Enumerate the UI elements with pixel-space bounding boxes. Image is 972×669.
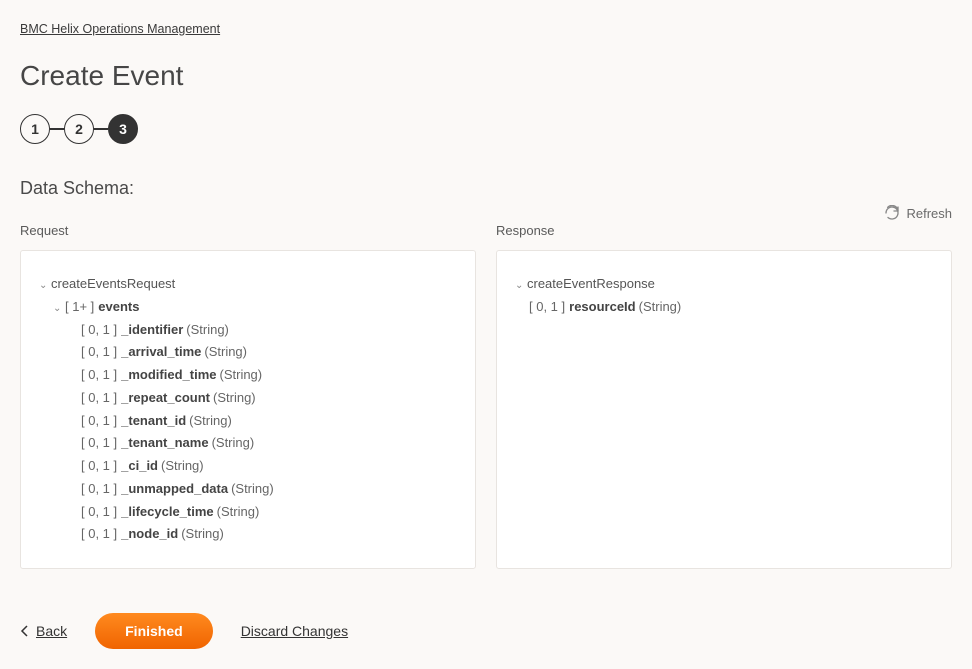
field-type: (String) — [220, 364, 263, 387]
field-type: (String) — [186, 319, 229, 342]
field-type: (String) — [217, 501, 260, 524]
caret-down-icon[interactable]: ⌄ — [39, 277, 51, 295]
cardinality: [ 0, 1 ] — [81, 364, 117, 387]
field-name: _ci_id — [121, 455, 158, 478]
cardinality: [ 0, 1 ] — [81, 478, 117, 501]
tree-row: [ 0, 1 ] _identifier (String) — [39, 319, 457, 342]
field-type: (String) — [204, 341, 247, 364]
cardinality: [ 0, 1 ] — [81, 319, 117, 342]
tree-row: [ 0, 1 ] _tenant_id (String) — [39, 410, 457, 433]
tree-row: [ 0, 1 ] _lifecycle_time (String) — [39, 501, 457, 524]
cardinality: [ 0, 1 ] — [529, 296, 565, 319]
cardinality: [ 0, 1 ] — [81, 432, 117, 455]
field-name: _lifecycle_time — [121, 501, 214, 524]
response-panel: ⌄createEventResponse[ 0, 1 ] resourceId … — [496, 250, 952, 569]
tree-row: [ 0, 1 ] _unmapped_data (String) — [39, 478, 457, 501]
page-title: Create Event — [20, 60, 952, 92]
step-connector — [94, 128, 108, 130]
cardinality: [ 0, 1 ] — [81, 410, 117, 433]
field-name: _tenant_id — [121, 410, 186, 433]
tree-row: ⌄[ 1+ ] events — [39, 296, 457, 319]
refresh-button[interactable]: Refresh — [20, 205, 952, 221]
stepper: 1 2 3 — [20, 114, 952, 144]
field-name: createEventResponse — [527, 273, 655, 296]
field-name: _repeat_count — [121, 387, 210, 410]
field-name: _node_id — [121, 523, 178, 546]
cardinality: [ 1+ ] — [65, 296, 94, 319]
cardinality: [ 0, 1 ] — [81, 523, 117, 546]
step-2[interactable]: 2 — [64, 114, 94, 144]
field-name: events — [98, 296, 139, 319]
field-name: _unmapped_data — [121, 478, 228, 501]
field-name: resourceId — [569, 296, 635, 319]
step-1[interactable]: 1 — [20, 114, 50, 144]
refresh-label: Refresh — [906, 206, 952, 221]
field-type: (String) — [189, 410, 232, 433]
footer: Back Finished Discard Changes — [20, 605, 952, 649]
chevron-left-icon — [20, 625, 30, 637]
back-label: Back — [36, 623, 67, 639]
tree-row: [ 0, 1 ] _arrival_time (String) — [39, 341, 457, 364]
tree-row: [ 0, 1 ] _repeat_count (String) — [39, 387, 457, 410]
tree-row: ⌄createEventsRequest — [39, 273, 457, 296]
response-panel-label: Response — [496, 223, 952, 238]
step-3[interactable]: 3 — [108, 114, 138, 144]
tree-row: [ 0, 1 ] _tenant_name (String) — [39, 432, 457, 455]
tree-row: [ 0, 1 ] _ci_id (String) — [39, 455, 457, 478]
field-name: _identifier — [121, 319, 183, 342]
request-panel: ⌄createEventsRequest⌄[ 1+ ] events[ 0, 1… — [20, 250, 476, 569]
field-name: createEventsRequest — [51, 273, 175, 296]
refresh-icon — [884, 205, 900, 221]
field-type: (String) — [213, 387, 256, 410]
caret-down-icon[interactable]: ⌄ — [515, 277, 527, 295]
breadcrumb[interactable]: BMC Helix Operations Management — [20, 22, 220, 36]
field-type: (String) — [231, 478, 274, 501]
tree-row: ⌄createEventResponse — [515, 273, 933, 296]
field-name: _tenant_name — [121, 432, 208, 455]
field-type: (String) — [212, 432, 255, 455]
field-type: (String) — [181, 523, 224, 546]
tree-row: [ 0, 1 ] _modified_time (String) — [39, 364, 457, 387]
cardinality: [ 0, 1 ] — [81, 501, 117, 524]
field-type: (String) — [639, 296, 682, 319]
discard-changes-link[interactable]: Discard Changes — [241, 623, 348, 639]
finished-button[interactable]: Finished — [95, 613, 213, 649]
field-type: (String) — [161, 455, 204, 478]
request-panel-label: Request — [20, 223, 476, 238]
tree-row: [ 0, 1 ] resourceId (String) — [515, 296, 933, 319]
caret-down-icon[interactable]: ⌄ — [53, 300, 65, 318]
step-connector — [50, 128, 64, 130]
cardinality: [ 0, 1 ] — [81, 341, 117, 364]
cardinality: [ 0, 1 ] — [81, 455, 117, 478]
tree-row: [ 0, 1 ] _node_id (String) — [39, 523, 457, 546]
cardinality: [ 0, 1 ] — [81, 387, 117, 410]
back-button[interactable]: Back — [20, 623, 67, 639]
section-title: Data Schema: — [20, 178, 952, 199]
field-name: _arrival_time — [121, 341, 201, 364]
field-name: _modified_time — [121, 364, 216, 387]
